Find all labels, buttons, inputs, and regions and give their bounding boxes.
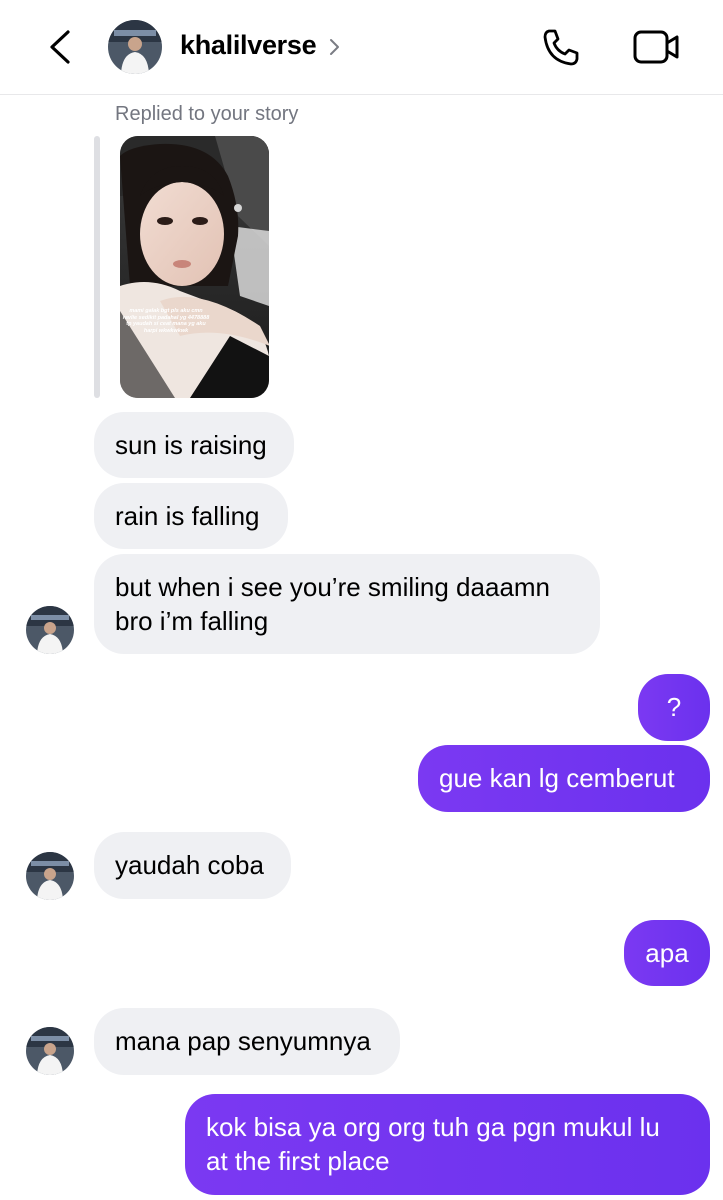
contact-avatar[interactable] — [108, 20, 162, 74]
contact-avatar-small[interactable] — [26, 852, 74, 900]
message-text-line: at the first place — [206, 1146, 390, 1176]
message-bubble-outgoing[interactable]: ? — [638, 674, 710, 741]
message-text: apa — [645, 938, 689, 968]
contact-avatar-small[interactable] — [26, 1027, 74, 1075]
message-text-line: but when i see you’re smiling daaamn — [115, 572, 551, 602]
message-text: sun is raising — [115, 430, 267, 460]
phone-icon — [543, 29, 579, 66]
replied-to-story-label: Replied to your story — [115, 103, 299, 125]
message-text: yaudah coba — [115, 850, 264, 880]
chevron-left-icon — [50, 30, 70, 64]
video-camera-icon — [633, 30, 679, 64]
reply-indicator-bar — [94, 136, 100, 398]
contact-avatar-small[interactable] — [26, 606, 74, 654]
contact-username[interactable]: khalilverse — [180, 30, 317, 61]
story-caption: mami galak bgt pls aku cmn ravlie sediki… — [122, 308, 210, 334]
message-text: mana pap senyumnya — [115, 1026, 371, 1056]
message-text: gue kan lg cemberut — [439, 763, 675, 793]
message-bubble-outgoing[interactable]: kok bisa ya org org tuh ga pgn mukul lu … — [185, 1094, 710, 1195]
audio-call-button[interactable] — [540, 26, 582, 68]
video-call-button[interactable] — [632, 28, 680, 66]
story-thumbnail[interactable]: mami galak bgt pls aku cmn ravlie sediki… — [120, 136, 269, 398]
message-text: rain is falling — [115, 501, 260, 531]
message-text: ? — [666, 692, 682, 722]
back-button[interactable] — [40, 26, 80, 68]
message-text-line: bro i’m falling — [115, 606, 269, 636]
message-bubble-incoming[interactable]: rain is falling — [94, 483, 288, 549]
message-bubble-outgoing[interactable]: apa — [624, 920, 710, 986]
message-bubble-incoming[interactable]: yaudah coba — [94, 832, 291, 899]
message-bubble-incoming[interactable]: but when i see you’re smiling daaamn bro… — [94, 554, 600, 654]
message-bubble-incoming[interactable]: sun is raising — [94, 412, 294, 478]
chat-header: khalilverse — [0, 0, 723, 95]
message-text-line: kok bisa ya org org tuh ga pgn mukul lu — [206, 1112, 660, 1142]
chevron-right-icon[interactable] — [328, 36, 342, 58]
message-bubble-outgoing[interactable]: gue kan lg cemberut — [418, 745, 710, 812]
message-bubble-incoming[interactable]: mana pap senyumnya — [94, 1008, 400, 1075]
